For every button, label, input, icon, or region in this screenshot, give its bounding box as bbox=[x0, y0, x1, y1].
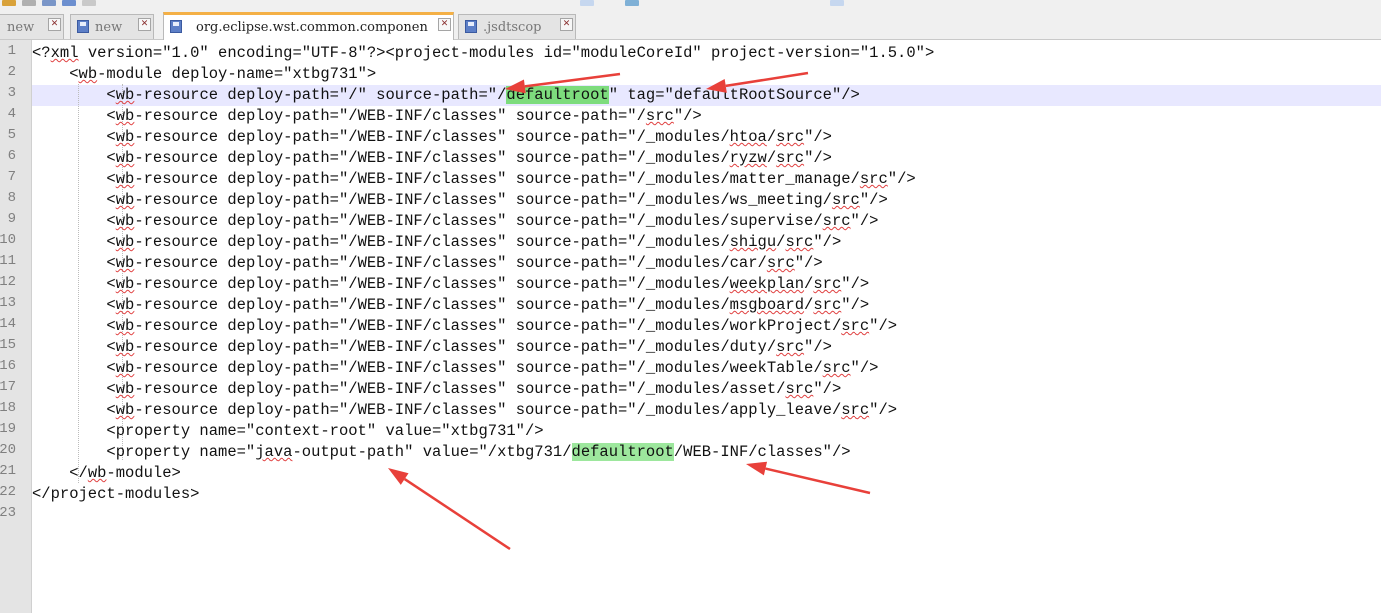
arrow-head bbox=[505, 79, 526, 94]
arrow-head bbox=[388, 468, 409, 485]
arrow-line bbox=[524, 72, 621, 88]
arrow-line bbox=[765, 467, 871, 495]
arrow-head bbox=[746, 461, 768, 476]
arrow-line bbox=[725, 71, 809, 88]
arrow-annotations bbox=[388, 71, 871, 551]
arrow-head bbox=[706, 78, 727, 93]
arrow-line bbox=[403, 478, 511, 551]
